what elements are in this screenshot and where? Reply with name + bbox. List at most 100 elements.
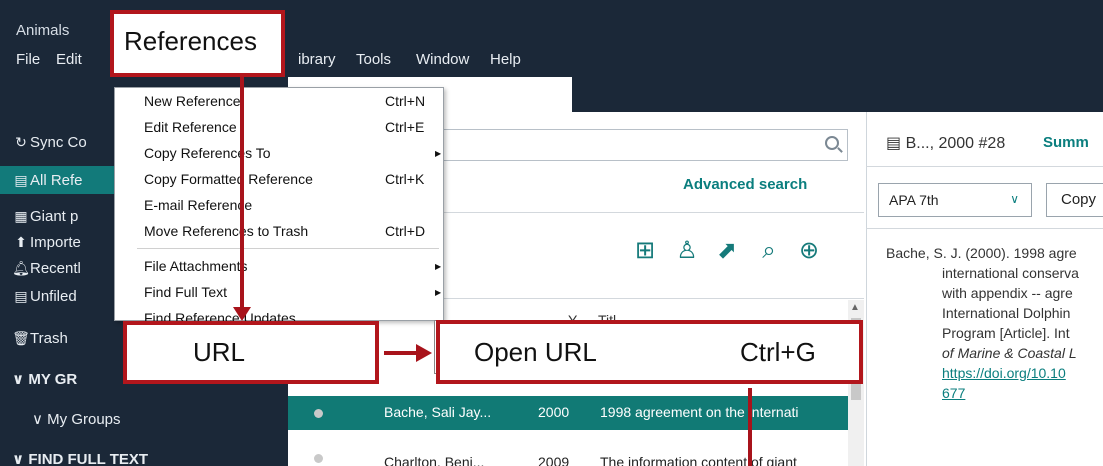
menu-item-move-to-trash[interactable]: Move References to Trash (144, 223, 308, 239)
sidebar-item-label: Recentl (30, 260, 81, 277)
row-title: The information content of giant (600, 454, 797, 466)
import-icon: ⬆ (15, 234, 27, 250)
submenu-arrow-icon: ▶ (435, 149, 442, 158)
formatted-citation: Bache, S. J. (2000). 1998 agre internati… (886, 243, 1103, 403)
open-url-label: Open URL (474, 337, 597, 367)
clipboard-icon: ▤ (886, 135, 902, 152)
word-doc-icon: ▦ (14, 208, 28, 224)
sidebar-item-giant[interactable]: ▦ Giant p (12, 204, 78, 228)
menu-tools[interactable]: Tools (356, 51, 391, 68)
new-reference-icon[interactable]: ⊞ (628, 234, 662, 268)
doi-link[interactable]: https://doi.org/10.10 (942, 365, 1066, 381)
find-pdf-icon[interactable]: ⌕ (752, 234, 786, 268)
menu-item-copy-formatted[interactable]: Copy Formatted Reference (144, 171, 313, 187)
menu-window[interactable]: Window (416, 51, 469, 68)
url-menu-item-callout[interactable]: URL (123, 321, 379, 384)
web-globe-icon[interactable]: ⊕ (792, 234, 826, 268)
row-year: 2000 (538, 404, 570, 420)
menu-separator (137, 248, 439, 249)
table-row[interactable]: Charlton, Beni... 2009 The information c… (288, 446, 848, 466)
references-menu-callout[interactable]: References (110, 10, 285, 77)
menu-item-new-reference[interactable]: New Reference (144, 93, 241, 109)
search-input[interactable] (440, 129, 848, 161)
open-link-icon[interactable]: ⬈ (710, 234, 744, 268)
advanced-search-link[interactable]: Advanced search (683, 176, 807, 193)
sidebar-item-recently[interactable]: 🔔︎Recentl (12, 256, 81, 280)
tab-summary[interactable]: Summ (1043, 134, 1089, 151)
my-groups-item[interactable]: ∨ My Groups (32, 410, 121, 428)
find-full-text-label: FIND FULL TEXT (28, 451, 149, 466)
sidebar-item-unfiled[interactable]: ▤ Unfiled (12, 284, 77, 308)
read-status-icon (314, 454, 323, 463)
clipboard-icon: ▤ (14, 172, 28, 188)
sync-icon: ↻ (15, 134, 27, 150)
arrow-line (384, 351, 418, 355)
clipboard-icon: ▤ (14, 288, 28, 304)
citation-line: international conserva (942, 265, 1079, 281)
divider (866, 228, 1103, 229)
scroll-up-icon[interactable]: ▲ (850, 302, 860, 313)
arrow-line (748, 388, 752, 466)
sidebar-item-label: All Refe (30, 172, 83, 189)
row-year: 2009 (538, 454, 570, 466)
sidebar-item-label: Unfiled (30, 288, 77, 305)
row-author: Bache, Sali Jay... (384, 404, 492, 420)
doi-link-cont[interactable]: 677 (942, 385, 965, 401)
bell-icon: 🔔︎ (12, 260, 30, 276)
app-title: Animals (16, 22, 70, 39)
shortcut: Ctrl+E (385, 119, 425, 135)
divider (866, 166, 1103, 167)
sync-label: Sync Co (30, 134, 87, 151)
arrow-down-icon (233, 307, 251, 321)
sidebar-item-label: Giant p (30, 208, 79, 225)
sidebar-item-imported[interactable]: ⬆ Importe (12, 230, 81, 254)
menu-item-find-full-text[interactable]: Find Full Text (144, 284, 227, 300)
shortcut: Ctrl+K (385, 171, 425, 187)
menu-library[interactable]: ibrary (298, 51, 336, 68)
table-row[interactable]: Bache, Sali Jay... 2000 1998 agreement o… (288, 396, 848, 430)
reference-title-text: B..., 2000 #28 (905, 135, 1006, 152)
find-full-text-header[interactable]: ∨ FIND FULL TEXT (12, 450, 148, 466)
reference-title: ▤ B..., 2000 #28 (886, 133, 1005, 153)
chevron-down-icon: ∨ (1010, 192, 1019, 206)
my-groups-label: My Groups (47, 411, 121, 428)
arrow-line (240, 77, 244, 309)
copy-button[interactable]: Copy (1046, 183, 1103, 217)
citation-line: International Dolphin (942, 305, 1071, 321)
shortcut: Ctrl+N (385, 93, 426, 109)
chevron-down-icon: ∨ (12, 451, 25, 466)
references-menu: New Reference Ctrl+N Edit Reference Ctrl… (114, 87, 444, 326)
citation-line: with appendix -- agre (942, 285, 1073, 301)
menu-item-file-attachments[interactable]: File Attachments (144, 258, 248, 274)
sidebar-item-label: Importe (30, 234, 81, 251)
open-url-shortcut: Ctrl+G (740, 337, 816, 367)
citation-style-value: APA 7th (889, 192, 939, 208)
share-user-icon[interactable]: ♙ (670, 234, 704, 268)
citation-line: Bache, S. J. (2000). 1998 agre (886, 245, 1077, 261)
citation-line: Program [Article]. Int (942, 325, 1070, 341)
menu-file[interactable]: File (16, 51, 40, 68)
sync-button[interactable]: ↻ Sync Co (12, 130, 87, 154)
sidebar-item-label: Trash (30, 330, 68, 347)
open-url-menu-item-callout[interactable]: Open URL Ctrl+G (436, 320, 863, 384)
submenu-arrow-icon: ▶ (435, 288, 442, 297)
search-icon[interactable] (825, 136, 839, 150)
read-status-icon (314, 409, 323, 418)
row-author: Charlton, Beni... (384, 454, 485, 466)
submenu-arrow-icon: ▶ (435, 262, 442, 271)
citation-line: of Marine & Coastal L (942, 345, 1077, 361)
menu-edit[interactable]: Edit (56, 51, 82, 68)
menu-item-edit-reference[interactable]: Edit Reference (144, 119, 237, 135)
my-groups-header-label: MY GR (28, 371, 78, 388)
trash-icon: 🗑︎ (12, 330, 30, 346)
url-callout-label: URL (193, 337, 246, 367)
chevron-down-icon: ∨ (32, 411, 43, 428)
row-title: 1998 agreement on the internati (600, 404, 799, 420)
sidebar-item-trash[interactable]: 🗑︎Trash (12, 326, 68, 350)
menu-item-email-reference[interactable]: E-mail Reference (144, 197, 252, 213)
menu-help[interactable]: Help (490, 51, 521, 68)
menu-item-copy-references-to[interactable]: Copy References To (144, 145, 271, 161)
my-groups-header[interactable]: ∨ MY GR (12, 370, 77, 388)
references-callout-label: References (124, 26, 257, 56)
citation-style-select[interactable]: APA 7th ∨ (878, 183, 1032, 217)
